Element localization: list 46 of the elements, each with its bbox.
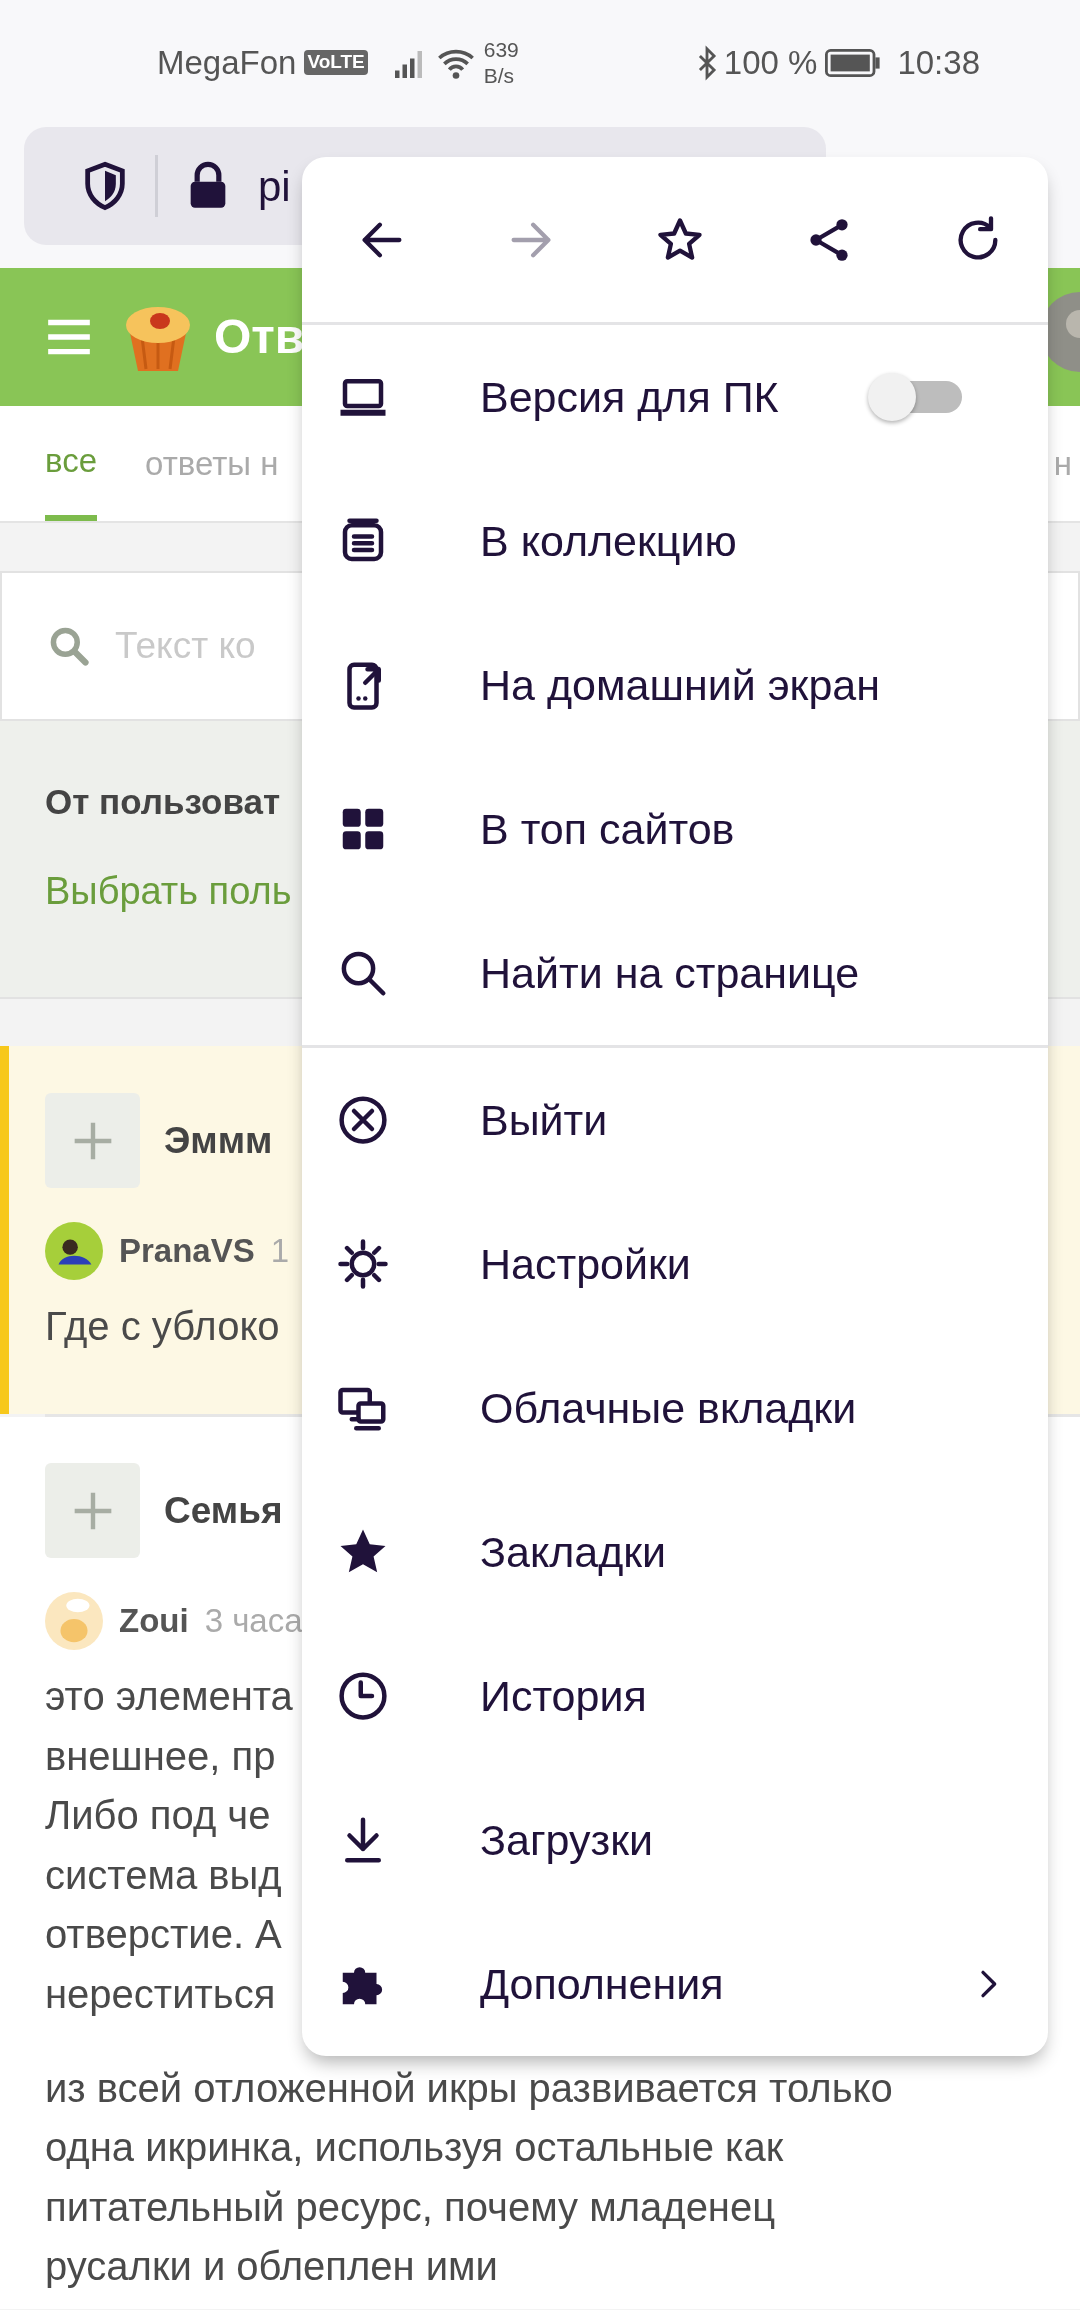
menu-item[interactable]: На домашний экран xyxy=(302,613,1048,757)
text-line: Где с ублоко xyxy=(45,1303,280,1350)
avatar xyxy=(45,1592,103,1650)
plus-button[interactable] xyxy=(45,1093,140,1188)
post-time: 3 часа xyxy=(204,1601,303,1642)
avatar xyxy=(45,1222,103,1280)
site-title: Отв xyxy=(214,309,305,365)
menu-item[interactable]: В коллекцию xyxy=(302,469,1048,613)
menu-item[interactable]: Выйти xyxy=(302,1048,1048,1192)
close-circle-icon xyxy=(336,1093,390,1147)
settings-icon xyxy=(336,1237,390,1291)
text-line: из всей отложенной икры развивается только xyxy=(45,2064,893,2112)
text-line: одна икринка, используя остальные как xyxy=(45,2124,784,2172)
speed-value: 639 xyxy=(483,37,519,63)
menu-item[interactable]: Облачные вкладки xyxy=(302,1336,1048,1480)
text-line: Либо под че xyxy=(45,1792,271,1840)
menu-item[interactable]: Настройки xyxy=(302,1192,1048,1336)
text-line: внешнее, пр xyxy=(45,1732,276,1780)
text-line: нереститься xyxy=(45,1970,276,2018)
speed-unit: B/s xyxy=(483,62,516,88)
post-title: Семья xyxy=(164,1488,283,1533)
menu-item[interactable]: Версия для ПК xyxy=(302,325,1048,469)
author-name[interactable]: Zoui xyxy=(119,1596,189,1646)
post-time: 1 xyxy=(270,1231,290,1272)
text-line: питательный ресурс, почему младенец xyxy=(45,2183,776,2231)
text-line: русалки и облеплен ими xyxy=(45,2243,498,2291)
battery-percent: 100 % xyxy=(723,42,818,83)
text-line: это элемента xyxy=(45,1673,293,1720)
author-name[interactable]: PranaVS xyxy=(119,1226,255,1276)
text-line: отверстие. А xyxy=(45,1911,282,1959)
plus-button[interactable] xyxy=(45,1463,140,1558)
menu-item[interactable]: Загрузки xyxy=(302,1768,1048,1912)
filter-title: От пользоват xyxy=(45,781,281,823)
post-title: Эммм xyxy=(164,1118,273,1163)
menu-item[interactable]: Дополнения xyxy=(302,1912,1048,2056)
menu-item[interactable]: Закладки xyxy=(302,1480,1048,1624)
clock-icon xyxy=(336,1669,390,1723)
battery-icon xyxy=(825,48,882,77)
carrier-name: MegaFon xyxy=(157,42,297,83)
text-line: система выд xyxy=(45,1851,282,1899)
menu-item[interactable]: История xyxy=(302,1624,1048,1768)
volte-indicator: VoLTE xyxy=(304,50,368,75)
menu-item[interactable]: В топ сайтов xyxy=(302,757,1048,901)
clock: 10:38 xyxy=(897,42,980,83)
menu-item[interactable]: Найти на странице xyxy=(302,901,1048,1045)
url-text: pi xyxy=(258,161,291,212)
